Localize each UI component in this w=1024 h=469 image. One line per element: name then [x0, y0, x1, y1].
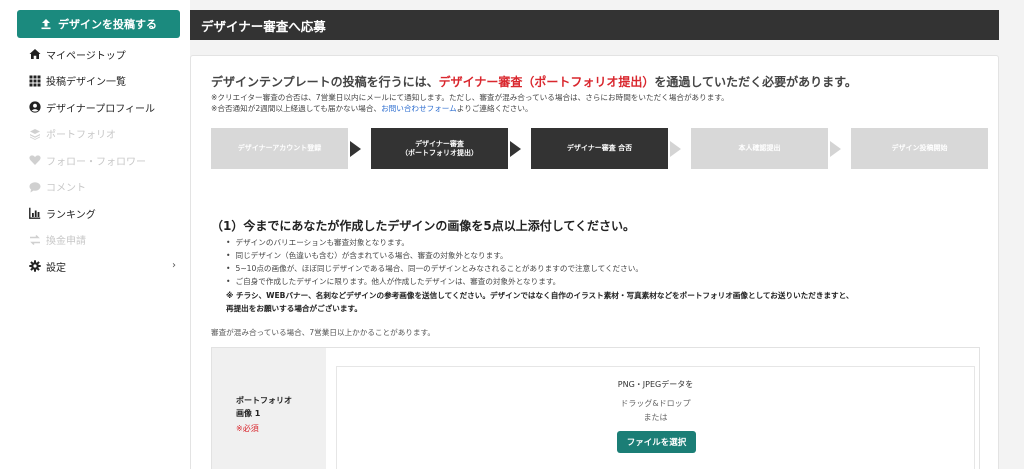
sidebar-item-label: コメント — [46, 183, 86, 195]
page-title: デザイナー審査へ応募 — [201, 18, 326, 34]
list-item: 5~10点の画像が、ほぼ同じデザインである場合、同一のデザインとみなされることが… — [226, 262, 642, 275]
step-review-result: デザイナー審査 合否 — [531, 128, 668, 169]
step-label: デザイナー審査 （ポートフォリオ提出） — [401, 139, 478, 157]
upload-label: ポートフォリオ 画像 1 — [236, 394, 292, 420]
user-icon — [29, 101, 41, 113]
sidebar-item-follow: フォロー・フォロワー — [0, 147, 190, 174]
sidebar-item-label: フォロー・フォロワー — [46, 156, 146, 168]
sidebar-item-designs[interactable]: 投稿デザイン一覧 — [0, 68, 190, 95]
drop-text-format: PNG・JPEGデータを — [617, 380, 694, 389]
choose-file-button[interactable]: ファイルを選択 — [617, 431, 696, 453]
step-identity-verification: 本人確認提出 — [691, 128, 828, 169]
step-label: 本人確認提出 — [738, 144, 781, 153]
portfolio-upload-row: ポートフォリオ 画像 1 ※必須 PNG・JPEGデータを ドラッグ&ドロップ … — [211, 347, 980, 469]
sidebar-item-label: ポートフォリオ — [46, 130, 116, 142]
step-arrow-icon — [830, 141, 841, 157]
heart-icon — [29, 155, 41, 165]
sidebar-item-label: 設定 — [46, 262, 66, 274]
sidebar-item-label: マイページトップ — [46, 50, 126, 62]
sidebar-nav: マイページトップ 投稿デザイン一覧 デザイナープロフィール ポートフォリオ フォ… — [0, 41, 190, 280]
step-label: デザイナー審査 合否 — [566, 144, 633, 153]
lead-text: デザインテンプレートの投稿を行うには、デザイナー審査（ポートフォリオ提出）を通過… — [211, 73, 857, 90]
sidebar: デザインを投稿する マイページトップ 投稿デザイン一覧 デザイナープロフィール … — [0, 0, 190, 469]
step-start-posting: デザイン投稿開始 — [851, 128, 988, 169]
list-item: 同じデザイン（色違いも含む）が含まれている場合、審査の対象外となります。 — [226, 249, 643, 262]
layers-icon — [30, 128, 40, 140]
home-icon — [29, 49, 41, 59]
list-item: デザインのバリエーションも審査対象となります。 — [226, 236, 643, 249]
step-portfolio-review: デザイナー審査 （ポートフォリオ提出） — [371, 128, 508, 169]
notice-text-after: よりご連絡ください。 — [456, 104, 533, 113]
sidebar-item-profile[interactable]: デザイナープロフィール — [0, 94, 190, 121]
sidebar-item-settings[interactable]: 設定 › — [0, 253, 190, 280]
notice-line-2: ※合否通知が2週間以上経過しても届かない場合、お問い合わせフォームよりご連絡くだ… — [211, 103, 533, 114]
gear-icon — [29, 260, 41, 272]
step-label: デザイン投稿開始 — [891, 144, 948, 153]
upload-label-line: ポートフォリオ — [236, 396, 292, 405]
sidebar-item-label: 換金申請 — [46, 236, 86, 248]
notice-text-before: ※合否通知が2週間以上経過しても届かない場合、 — [211, 104, 382, 113]
upload-icon — [41, 19, 51, 30]
drop-text-drag: ドラッグ&ドロップ — [620, 399, 691, 408]
post-design-label: デザインを投稿する — [58, 18, 157, 31]
drop-text-or: または — [643, 413, 668, 422]
section-title: （1）今までにあなたが作成したデザインの画像を5点以上添付してください。 — [211, 219, 635, 233]
contact-form-link[interactable]: お問い合わせフォーム — [381, 104, 457, 113]
sidebar-item-label: デザイナープロフィール — [46, 103, 155, 115]
chevron-right-icon: › — [172, 260, 176, 271]
step-arrow-icon — [350, 141, 361, 157]
step-arrow-icon — [510, 141, 521, 157]
sidebar-item-exchange: 換金申請 — [0, 227, 190, 254]
sidebar-item-ranking[interactable]: ランキング — [0, 200, 190, 227]
lead-text-before: デザインテンプレートの投稿を行うには、 — [211, 75, 439, 89]
lead-text-emphasis: デザイナー審査（ポートフォリオ提出） — [438, 75, 655, 89]
step-arrow-icon — [670, 141, 681, 157]
page-header: デザイナー審査へ応募 — [190, 10, 999, 40]
sidebar-item-comments: コメント — [0, 174, 190, 201]
list-item: ご自身で作成したデザインに限ります。他人が作成したデザインは、審査の対象外となり… — [226, 275, 643, 288]
warning-text: ※ チラシ、WEBバナー、名刺などデザインの参考画像を送信してください。デザイン… — [226, 289, 854, 315]
lead-text-after: を通過していただく必要があります。 — [654, 75, 857, 89]
sidebar-item-portfolio: ポートフォリオ — [0, 121, 190, 148]
post-design-button[interactable]: デザインを投稿する — [17, 10, 180, 38]
sidebar-item-label: 投稿デザイン一覧 — [46, 77, 126, 89]
upload-label-line: 画像 1 — [236, 409, 261, 418]
exchange-icon — [30, 234, 40, 245]
step-account-registration: デザイナーアカウント登録 — [211, 128, 348, 169]
required-badge: ※必須 — [236, 424, 259, 433]
grid-icon — [29, 75, 41, 86]
review-time-note: 審査が混み合っている場合、7営業日以上かかることがあります。 — [211, 328, 435, 337]
sidebar-item-mypage[interactable]: マイページトップ — [0, 41, 190, 68]
file-drop-zone[interactable]: PNG・JPEGデータを ドラッグ&ドロップ または ファイルを選択 — [336, 366, 975, 469]
requirements-list: デザインのバリエーションも審査対象となります。 同じデザイン（色違いも含む）が含… — [226, 236, 643, 288]
warning-line: ※ チラシ、WEBバナー、名刺などデザインの参考画像を送信してください。デザイン… — [226, 291, 854, 300]
warning-line: 再提出をお願いする場合がございます。 — [226, 304, 362, 313]
notice-line-1: ※クリエイター審査の合否は、7営業日以内にメールにて通知します。ただし、審査が混… — [211, 93, 729, 102]
upload-label-cell: ポートフォリオ 画像 1 ※必須 — [212, 348, 326, 469]
chart-icon — [29, 207, 41, 219]
step-label: デザイナーアカウント登録 — [237, 144, 322, 153]
comment-icon — [29, 181, 41, 192]
main-panel: デザインテンプレートの投稿を行うには、デザイナー審査（ポートフォリオ提出）を通過… — [190, 55, 999, 469]
sidebar-item-label: ランキング — [46, 209, 96, 221]
